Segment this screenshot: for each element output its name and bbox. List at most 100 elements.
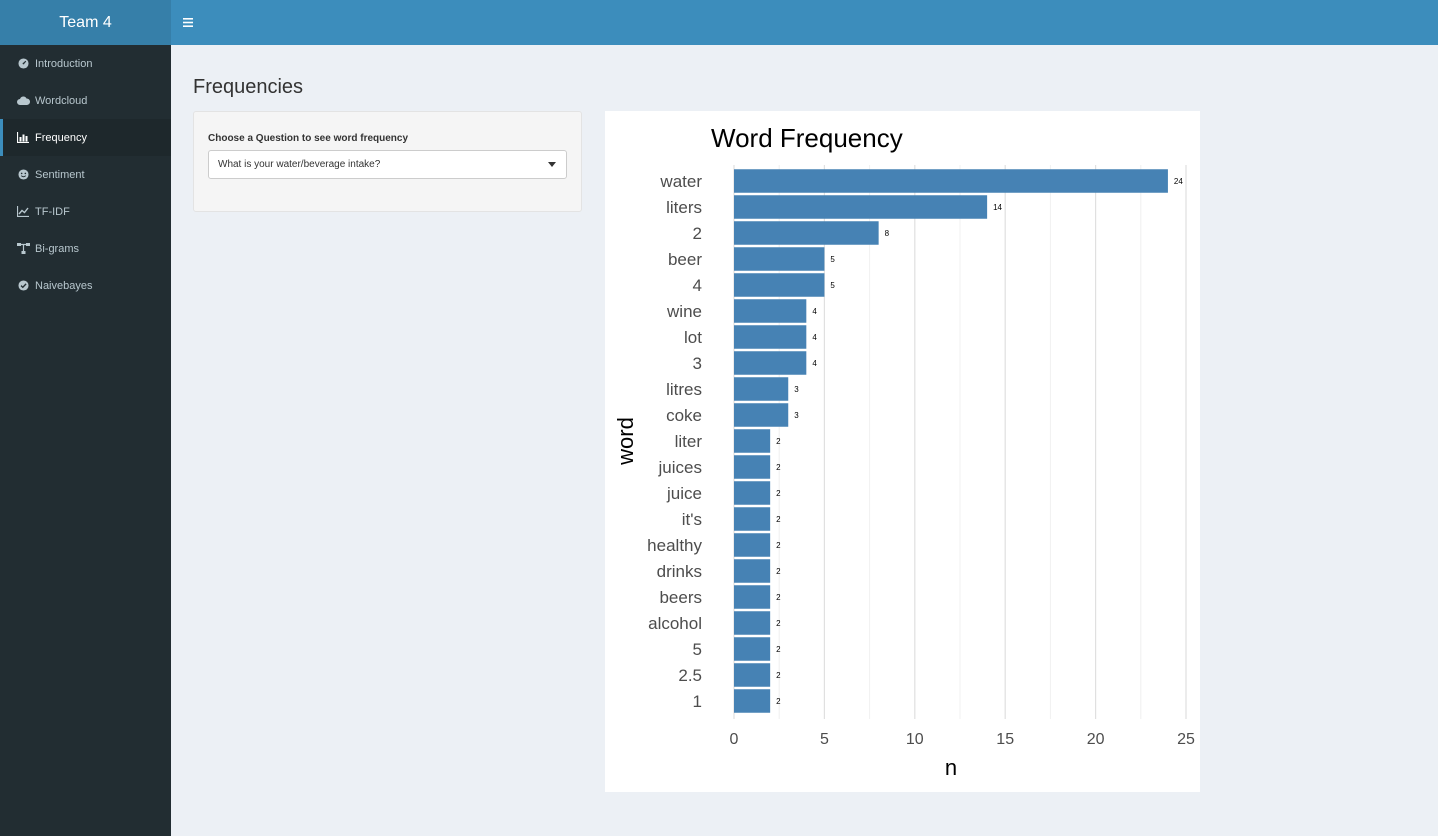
sidebar-item-label: Naivebayes [35, 279, 93, 292]
word-frequency-chart: water 24 liters 14 2 8 beer 5 4 5 wine 4 lot 4 3 4 litre… [605, 111, 1200, 792]
sidebar-item-label: TF-IDF [35, 205, 70, 218]
data-label: 3 [794, 385, 799, 394]
category-label: drinks [657, 562, 702, 581]
category-label: litres [666, 380, 702, 399]
bar [734, 481, 771, 505]
y-axis-title: word [613, 417, 638, 466]
page-title: Frequencies [193, 76, 304, 98]
question-panel: Choose a Question to see word frequency … [193, 111, 582, 212]
data-label: 3 [794, 411, 799, 420]
bar [734, 611, 771, 635]
sidebar-item-tf-idf[interactable]: TF-IDF [0, 193, 171, 230]
category-label: juice [666, 484, 702, 503]
category-label: 3 [693, 354, 702, 373]
category-label: water [659, 172, 702, 191]
data-label: 4 [812, 359, 817, 368]
category-label: liter [675, 432, 703, 451]
data-label: 2 [776, 463, 781, 472]
chart-title: Word Frequency [711, 123, 903, 153]
question-select[interactable]: What is your water/beverage intake? [208, 150, 567, 179]
bar [734, 247, 825, 271]
sidebar-item-introduction[interactable]: Introduction [0, 45, 171, 82]
cloud-icon [16, 95, 30, 107]
sidebar-item-label: Frequency [35, 131, 87, 144]
data-label: 2 [776, 515, 781, 524]
sidebar-item-wordcloud[interactable]: Wordcloud [0, 82, 171, 119]
smile-icon [16, 169, 30, 181]
bar [734, 559, 771, 583]
category-label: wine [666, 302, 702, 321]
data-label: 2 [776, 567, 781, 576]
bar-chart-icon [16, 132, 30, 144]
chevron-down-icon [548, 162, 556, 167]
category-label: 1 [693, 692, 702, 711]
bar [734, 299, 807, 323]
data-label: 2 [776, 671, 781, 680]
sidebar: Introduction Wordcloud Frequency Sentime… [0, 45, 171, 836]
bar [734, 351, 807, 375]
data-label: 2 [776, 645, 781, 654]
x-tick-label: 20 [1087, 731, 1105, 748]
category-label: alcohol [648, 614, 702, 633]
category-label: 4 [693, 276, 702, 295]
x-tick-label: 25 [1177, 731, 1195, 748]
check-circle-icon [16, 280, 30, 292]
data-label: 2 [776, 541, 781, 550]
bar [734, 663, 771, 687]
sidebar-item-sentiment[interactable]: Sentiment [0, 156, 171, 193]
data-label: 4 [812, 333, 817, 342]
top-navbar: Team 4 [0, 0, 1438, 45]
data-label: 2 [776, 437, 781, 446]
data-label: 2 [776, 619, 781, 628]
category-label: beers [659, 588, 702, 607]
data-label: 5 [830, 281, 835, 290]
data-label: 24 [1174, 177, 1183, 186]
category-label: liters [666, 198, 702, 217]
chart-svg: water 24 liters 14 2 8 beer 5 4 5 wine 4 lot 4 3 4 litre… [613, 123, 1195, 780]
x-tick-label: 10 [906, 731, 924, 748]
sidebar-item-frequency[interactable]: Frequency [0, 119, 171, 156]
category-label: 2.5 [678, 666, 702, 685]
category-label: coke [666, 406, 702, 425]
sidebar-item-label: Introduction [35, 57, 93, 70]
bar [734, 507, 771, 531]
bar [734, 221, 879, 245]
sidebar-item-bi-grams[interactable]: Bi-grams [0, 230, 171, 267]
bar [734, 637, 771, 661]
data-label: 8 [885, 229, 890, 238]
data-label: 14 [993, 203, 1002, 212]
data-label: 2 [776, 593, 781, 602]
question-select-label: Choose a Question to see word frequency [208, 133, 409, 144]
category-label: juices [658, 458, 702, 477]
category-label: healthy [647, 536, 702, 555]
sitemap-icon [16, 243, 30, 255]
bar [734, 429, 771, 453]
line-chart-icon [16, 206, 30, 218]
bar [734, 403, 789, 427]
dashboard-icon [16, 58, 30, 70]
x-axis-title: n [945, 755, 957, 780]
hamburger-icon[interactable] [178, 0, 198, 45]
bar [734, 195, 988, 219]
sidebar-item-naivebayes[interactable]: Naivebayes [0, 267, 171, 304]
bar [734, 273, 825, 297]
sidebar-item-label: Bi-grams [35, 242, 80, 255]
x-tick-label: 15 [996, 731, 1014, 748]
category-label: beer [668, 250, 702, 269]
data-label: 4 [812, 307, 817, 316]
category-label: it's [682, 510, 702, 529]
data-label: 5 [830, 255, 835, 264]
bar [734, 325, 807, 349]
brand-title[interactable]: Team 4 [0, 0, 171, 45]
bar [734, 377, 789, 401]
bar [734, 169, 1168, 193]
sidebar-item-label: Wordcloud [35, 94, 88, 107]
x-tick-label: 5 [820, 731, 829, 748]
bar [734, 689, 771, 713]
category-label: lot [684, 328, 702, 347]
bar [734, 533, 771, 557]
question-select-value: What is your water/beverage intake? [218, 159, 381, 170]
category-label: 2 [693, 224, 702, 243]
data-label: 2 [776, 489, 781, 498]
data-label: 2 [776, 697, 781, 706]
